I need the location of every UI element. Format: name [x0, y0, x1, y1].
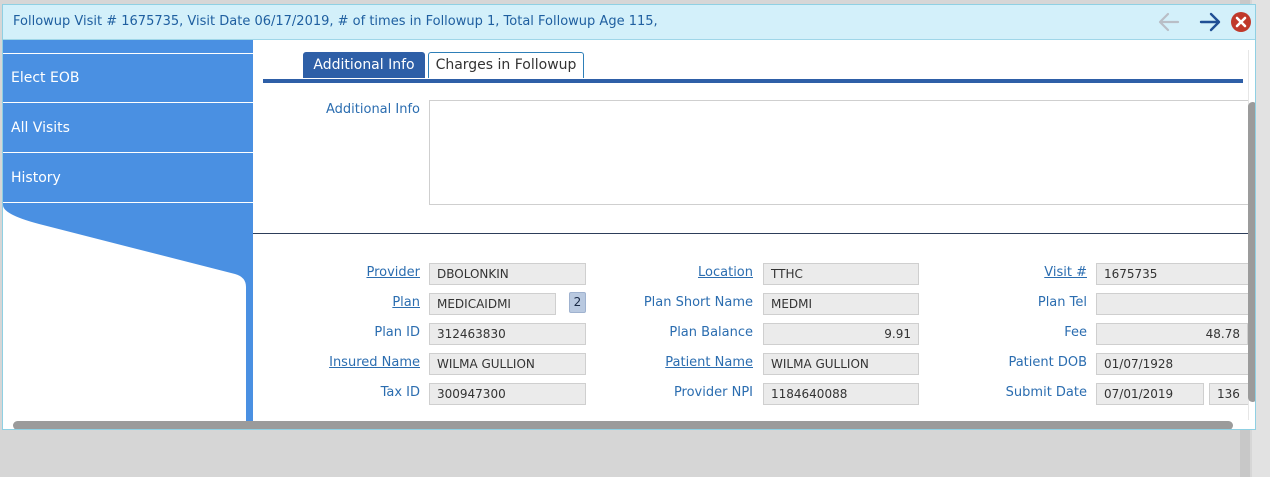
- plan-id-label: Plan ID: [374, 325, 420, 340]
- horizontal-scrollbar[interactable]: [13, 421, 1233, 429]
- location-field: TTHC: [763, 263, 919, 285]
- followup-visit-dialog: Followup Visit # 1675735, Visit Date 06/…: [2, 4, 1256, 430]
- tax-id-label: Tax ID: [380, 385, 420, 400]
- plan-field: MEDICAIDMI: [429, 293, 556, 315]
- sidebar-item-label: History: [11, 170, 61, 186]
- plan-link[interactable]: Plan: [392, 295, 420, 310]
- tab-underline: [263, 79, 1243, 83]
- close-circle-icon[interactable]: [1229, 11, 1253, 33]
- patient-dob-field: 01/07/1928: [1096, 353, 1255, 375]
- fee-field: 48.78: [1096, 323, 1248, 345]
- arrow-right-icon[interactable]: [1198, 11, 1222, 33]
- insured-name-link[interactable]: Insured Name: [329, 355, 420, 370]
- plan-short-name-field: MEDMI: [763, 293, 919, 315]
- visit-number-field: 1675735: [1096, 263, 1255, 285]
- insured-name-field: WILMA GULLION: [429, 353, 586, 375]
- provider-npi-label: Provider NPI: [673, 385, 753, 400]
- sidebar-item-label: Elect EOB: [11, 70, 80, 86]
- plan-balance-field: 9.91: [763, 323, 919, 345]
- plan-count-badge[interactable]: 2: [569, 292, 586, 313]
- arrow-left-icon[interactable]: [1157, 11, 1181, 33]
- vertical-scrollbar[interactable]: [1248, 102, 1255, 402]
- fee-label: Fee: [1064, 325, 1087, 340]
- plan-id-field: 312463830: [429, 323, 586, 345]
- sidebar-decorative-shape: [3, 205, 246, 429]
- plan-short-name-label: Plan Short Name: [643, 295, 753, 310]
- dialog-title: Followup Visit # 1675735, Visit Date 06/…: [13, 14, 658, 29]
- sidebar-item-elect-eob[interactable]: Elect EOB: [3, 54, 253, 103]
- plan-tel-label: Plan Tel: [1037, 295, 1087, 310]
- additional-info-textarea[interactable]: [429, 100, 1255, 205]
- patient-name-link[interactable]: Patient Name: [665, 355, 753, 370]
- sidebar-top-divider: [3, 40, 253, 54]
- provider-field: DBOLONKIN: [429, 263, 586, 285]
- tab-charges-in-followup[interactable]: Charges in Followup: [428, 52, 584, 78]
- sidebar: Elect EOB All Visits History: [3, 40, 253, 429]
- plan-tel-field: [1096, 293, 1255, 315]
- provider-link[interactable]: Provider: [366, 265, 420, 280]
- submit-date-label: Submit Date: [1005, 385, 1087, 400]
- additional-info-label: Additional Info: [326, 102, 420, 117]
- location-link[interactable]: Location: [698, 265, 753, 280]
- tax-id-field: 300947300: [429, 383, 586, 405]
- tab-additional-info[interactable]: Additional Info: [303, 52, 425, 78]
- visit-number-link[interactable]: Visit #: [1044, 265, 1087, 280]
- section-divider: [253, 233, 1248, 234]
- sidebar-item-label: All Visits: [11, 120, 70, 136]
- submit-date-field: 07/01/2019: [1096, 383, 1204, 405]
- sidebar-item-history[interactable]: History: [3, 154, 253, 203]
- plan-balance-label: Plan Balance: [669, 325, 753, 340]
- main-panel: Additional Info Charges in Followup Addi…: [253, 40, 1255, 429]
- dialog-titlebar: Followup Visit # 1675735, Visit Date 06/…: [3, 5, 1255, 40]
- patient-dob-label: Patient DOB: [1008, 355, 1087, 370]
- sidebar-item-all-visits[interactable]: All Visits: [3, 104, 253, 153]
- patient-name-field: WILMA GULLION: [763, 353, 919, 375]
- provider-npi-field: 1184640088: [763, 383, 919, 405]
